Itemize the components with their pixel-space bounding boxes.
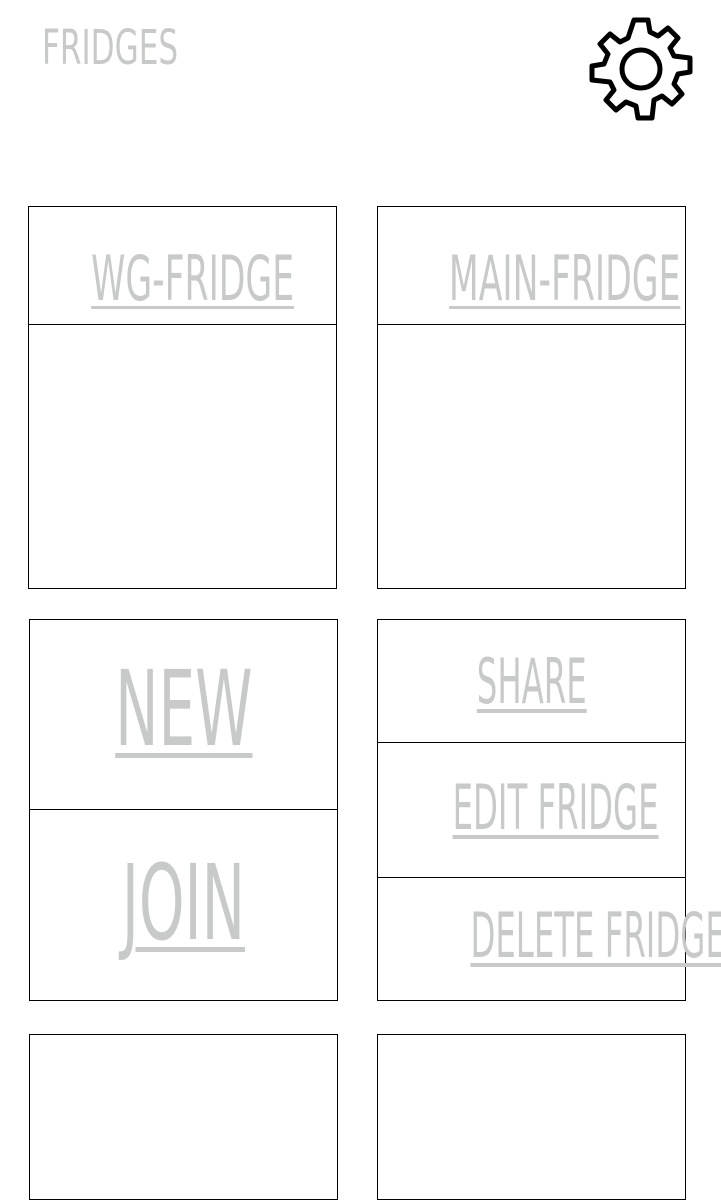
fridge-card-wg[interactable]: WG-FRIDGE	[28, 206, 337, 589]
new-fridge-button[interactable]: NEW	[30, 644, 337, 805]
fridge-content-area	[29, 326, 336, 588]
panel-divider	[378, 877, 685, 878]
card-divider	[378, 324, 685, 325]
delete-fridge-button[interactable]: DELETE FRIDGE	[378, 898, 721, 990]
fridge-actions-panel: SHARE EDIT FRIDGE DELETE FRIDGE	[377, 619, 721, 1001]
fridge-title[interactable]: WG-FRIDGE	[29, 241, 336, 333]
edit-fridge-button[interactable]: EDIT FRIDGE	[378, 770, 685, 862]
card-divider	[29, 324, 336, 325]
empty-slot-left	[29, 1034, 338, 1200]
panel-divider	[30, 809, 337, 810]
join-fridge-button[interactable]: JOIN	[30, 838, 337, 999]
new-join-panel: NEW JOIN	[29, 619, 338, 1001]
fridge-content-area	[378, 326, 685, 588]
fridge-card-main[interactable]: MAIN-FRIDGE	[377, 206, 686, 589]
settings-button[interactable]	[588, 16, 694, 122]
empty-slot-right	[377, 1034, 686, 1200]
panel-divider	[378, 742, 685, 743]
page-title: FRIDGES	[42, 20, 179, 76]
fridge-title[interactable]: MAIN-FRIDGE	[378, 241, 685, 333]
share-fridge-button[interactable]: SHARE	[378, 644, 685, 736]
gear-icon	[589, 17, 693, 121]
